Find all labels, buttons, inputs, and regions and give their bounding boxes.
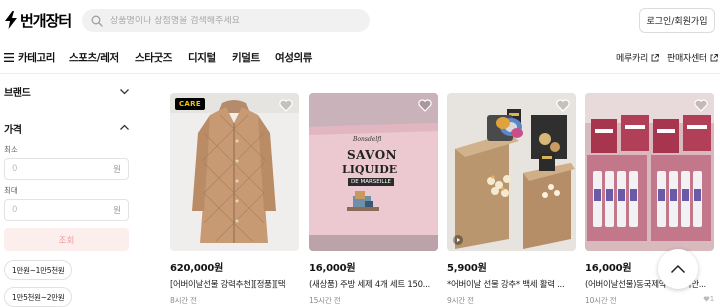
tab-kidult[interactable]: 키덜트	[232, 50, 260, 65]
price-chip-15k-20k[interactable]: 1만5천원~2만원	[4, 287, 73, 307]
logo-text: 번개장터	[20, 11, 72, 30]
product-time: 8시간 전	[170, 296, 197, 305]
heart-icon[interactable]	[418, 99, 432, 112]
product-price: 620,000원	[170, 263, 224, 274]
box-savon-text: SAVON	[347, 148, 398, 162]
product-time: 15시간 전	[309, 296, 341, 305]
product-card[interactable]: Bonsdelfl SAVON LIQUIDE DE MARSEILLE 16,…	[309, 93, 438, 306]
apply-price-button[interactable]: 조회	[4, 228, 129, 251]
product-card[interactable]: 5,900원 *어버이날 선물 강추* 백세 활력 ... 9시간 전	[447, 93, 576, 306]
logo[interactable]: 번개장터	[4, 9, 72, 31]
max-price-unit: 원	[113, 206, 121, 216]
heart-icon[interactable]	[279, 99, 293, 112]
product-title: [어버이날선물 강력추천][정품][택	[170, 280, 286, 290]
tab-sports-leisure[interactable]: 스포츠/레저	[69, 50, 119, 65]
external-link-icon	[710, 53, 718, 61]
heart-small-icon	[703, 296, 710, 302]
max-price-label: 최대	[4, 186, 18, 195]
price-filter-title[interactable]: 가격	[4, 121, 22, 136]
cosmetics-set-image	[585, 93, 714, 251]
mercari-link-label: 메루카리	[616, 54, 648, 64]
box-brand-text: Bonsdelfl	[353, 136, 382, 143]
favorite-count: 1	[703, 295, 714, 303]
category-nav: 카테고리 스포츠/레저 스타굿즈 디지털 키덜트 여성의류 메루카리 판매자센터	[0, 44, 720, 70]
lightning-bolt-icon	[5, 11, 17, 29]
search-icon	[91, 15, 103, 27]
price-chip-10k-15k[interactable]: 1만원~1만5천원	[4, 260, 73, 280]
tab-star-goods[interactable]: 스타굿즈	[135, 50, 172, 65]
min-price-input[interactable]: 0 원	[4, 158, 129, 180]
filter-sidebar: 브랜드 가격 최소 0 원 최대 0 원 조회 1만원~1만5천원 1만5천원~…	[0, 74, 140, 307]
tab-digital[interactable]: 디지털	[188, 50, 216, 65]
tab-womens-clothing[interactable]: 여성의류	[275, 50, 312, 65]
header: 번개장터 로그인/회원가입	[0, 0, 720, 40]
category-menu-button[interactable]: 카테고리	[4, 50, 55, 65]
box-marseille-text: DE MARSEILLE	[348, 178, 394, 186]
gift-set-image	[447, 93, 576, 251]
max-price-input[interactable]: 0 원	[4, 199, 129, 221]
login-button[interactable]: 로그인/회원가입	[639, 8, 715, 33]
product-title: (새상품) 주방 세제 4개 세트 150...	[309, 280, 430, 290]
quilted-coat-image	[170, 93, 299, 251]
external-link-icon	[651, 53, 659, 61]
heart-icon[interactable]	[694, 99, 708, 112]
box-liquide-text: LIQUIDE	[342, 163, 398, 176]
product-card[interactable]: CARE 620,000원 [어버이날선물 강력추천][정품][택 8시간 전	[170, 93, 299, 306]
max-price-placeholder: 0	[12, 205, 18, 215]
min-price-placeholder: 0	[12, 164, 18, 174]
product-image[interactable]	[447, 93, 576, 251]
search-input[interactable]	[110, 15, 360, 26]
chevron-down-icon[interactable]	[119, 86, 130, 97]
product-image[interactable]	[585, 93, 714, 251]
product-price: 5,900원	[447, 263, 487, 274]
chevron-up-icon	[670, 264, 686, 274]
favorite-count-value: 1	[709, 295, 714, 303]
product-time: 9시간 전	[447, 296, 474, 305]
seller-center-link-label: 판매자센터	[667, 54, 707, 64]
hamburger-menu-icon	[4, 52, 14, 62]
product-image[interactable]: CARE	[170, 93, 299, 251]
care-badge: CARE	[175, 98, 205, 110]
brand-filter-title[interactable]: 브랜드	[4, 84, 31, 99]
min-price-unit: 원	[113, 165, 121, 175]
chevron-up-icon[interactable]	[119, 122, 130, 133]
product-price: 16,000원	[309, 263, 356, 274]
category-label: 카테고리	[18, 51, 56, 64]
search-bar[interactable]	[82, 9, 370, 32]
scroll-to-top-button[interactable]	[658, 249, 698, 289]
product-time: 10시간 전	[585, 296, 617, 305]
mercari-link[interactable]: 메루카리	[616, 51, 659, 64]
min-price-label: 최소	[4, 145, 18, 154]
product-image[interactable]: Bonsdelfl SAVON LIQUIDE DE MARSEILLE	[309, 93, 438, 251]
heart-icon[interactable]	[556, 99, 570, 112]
seller-center-link[interactable]: 판매자센터	[667, 51, 718, 64]
play-icon	[453, 235, 463, 245]
product-title: *어버이날 선물 강추* 백세 활력 ...	[447, 280, 565, 290]
product-time-row: 10시간 전 1	[585, 295, 714, 306]
